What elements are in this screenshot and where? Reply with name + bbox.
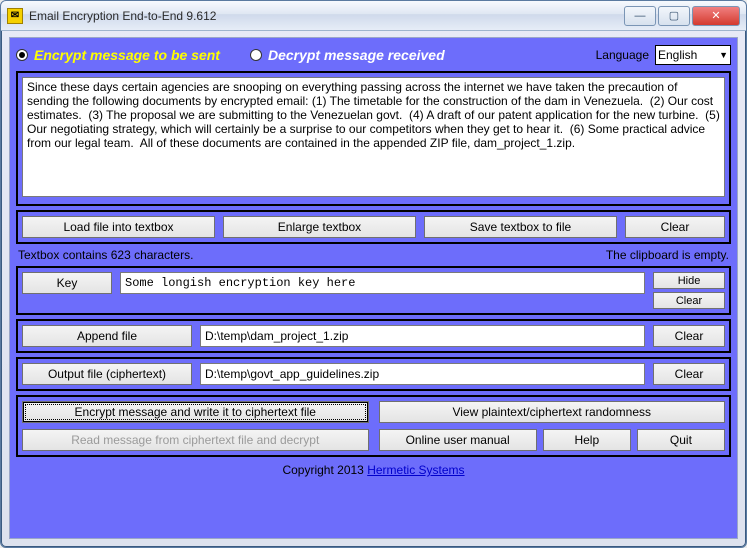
message-panel: [16, 71, 731, 206]
help-button[interactable]: Help: [543, 429, 631, 451]
output-file-path[interactable]: D:\temp\govt_app_guidelines.zip: [200, 363, 645, 385]
footer: Copyright 2013 Hermetic Systems: [16, 463, 731, 477]
title-bar: ✉ Email Encryption End-to-End 9.612 — ▢ …: [1, 1, 746, 31]
encrypt-mode-label: Encrypt message to be sent: [34, 47, 220, 63]
character-count-label: Textbox contains 623 characters.: [18, 248, 193, 262]
online-manual-button[interactable]: Online user manual: [379, 429, 537, 451]
output-file-button[interactable]: Output file (ciphertext): [22, 363, 192, 385]
language-label: Language: [596, 48, 649, 62]
chevron-down-icon: ▼: [719, 50, 728, 60]
clear-key-button[interactable]: Clear: [653, 292, 725, 309]
key-button[interactable]: Key: [22, 272, 112, 294]
window-title: Email Encryption End-to-End 9.612: [29, 9, 622, 23]
hermetic-link[interactable]: Hermetic Systems: [367, 463, 464, 477]
decrypt-mode-label: Decrypt message received: [268, 47, 445, 63]
maximize-button[interactable]: ▢: [658, 6, 690, 26]
key-panel: Key Some longish encryption key here Hid…: [16, 266, 731, 315]
mode-row: Encrypt message to be sent Decrypt messa…: [16, 43, 731, 67]
encrypt-button[interactable]: Encrypt message and write it to cipherte…: [22, 401, 369, 423]
enlarge-textbox-button[interactable]: Enlarge textbox: [223, 216, 416, 238]
save-textbox-button[interactable]: Save textbox to file: [424, 216, 617, 238]
clipboard-status-label: The clipboard is empty.: [606, 248, 729, 262]
decrypt-button: Read message from ciphertext file and de…: [22, 429, 369, 451]
message-textbox[interactable]: [22, 77, 725, 197]
decrypt-mode-radio[interactable]: Decrypt message received: [250, 47, 445, 63]
app-window: ✉ Email Encryption End-to-End 9.612 — ▢ …: [0, 0, 747, 548]
hide-key-button[interactable]: Hide: [653, 272, 725, 289]
append-file-button[interactable]: Append file: [22, 325, 192, 347]
app-icon: ✉: [7, 8, 23, 24]
clear-append-button[interactable]: Clear: [653, 325, 725, 347]
window-controls: — ▢ ✕: [622, 6, 740, 26]
output-file-panel: Output file (ciphertext) D:\temp\govt_ap…: [16, 357, 731, 391]
language-area: Language English ▼: [596, 45, 731, 65]
append-file-path[interactable]: D:\temp\dam_project_1.zip: [200, 325, 645, 347]
view-randomness-button[interactable]: View plaintext/ciphertext randomness: [379, 401, 726, 423]
radio-dot-icon: [250, 49, 262, 61]
encrypt-mode-radio[interactable]: Encrypt message to be sent: [16, 47, 220, 63]
minimize-button[interactable]: —: [624, 6, 656, 26]
append-file-panel: Append file D:\temp\dam_project_1.zip Cl…: [16, 319, 731, 353]
load-file-button[interactable]: Load file into textbox: [22, 216, 215, 238]
close-button[interactable]: ✕: [692, 6, 740, 26]
clear-textbox-button[interactable]: Clear: [625, 216, 725, 238]
radio-dot-icon: [16, 49, 28, 61]
client-area: Encrypt message to be sent Decrypt messa…: [9, 37, 738, 539]
clear-output-button[interactable]: Clear: [653, 363, 725, 385]
actions-panel: Encrypt message and write it to cipherte…: [16, 395, 731, 457]
quit-button[interactable]: Quit: [637, 429, 725, 451]
key-input[interactable]: Some longish encryption key here: [120, 272, 645, 294]
textbox-buttons-panel: Load file into textbox Enlarge textbox S…: [16, 210, 731, 244]
status-row: Textbox contains 623 characters. The cli…: [18, 248, 729, 262]
language-value: English: [658, 48, 697, 62]
copyright-text: Copyright 2013: [282, 463, 367, 477]
language-select[interactable]: English ▼: [655, 45, 731, 65]
